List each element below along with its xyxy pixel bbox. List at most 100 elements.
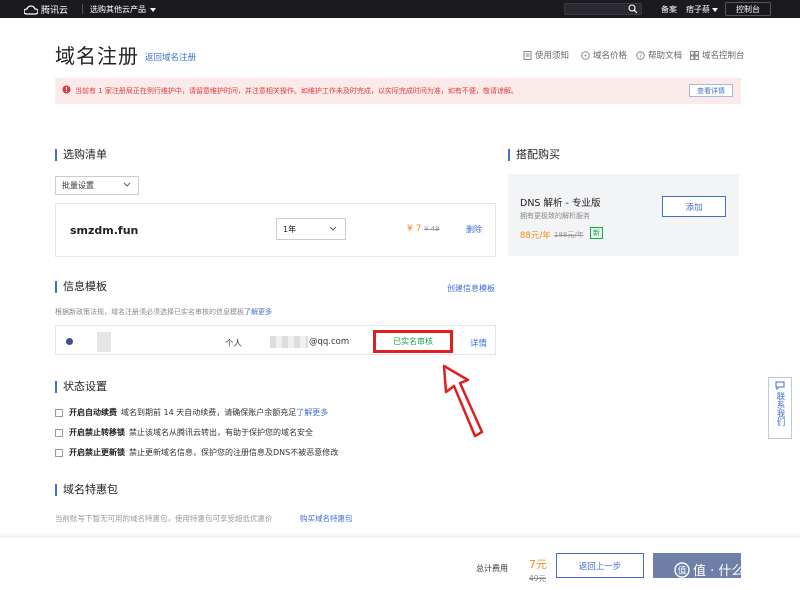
- previous-step-label: 返回上一步: [578, 561, 622, 572]
- user-name: 痞子蔡: [686, 5, 710, 14]
- add-addon-button[interactable]: 添加: [662, 196, 726, 217]
- verified-status-badge: 已实名审核: [373, 330, 453, 353]
- cloud-icon: [24, 4, 38, 15]
- console-label: 控制台: [736, 4, 760, 14]
- auto-renew-desc: 域名到期前 14 天自动续费，请确保账户余额充足: [121, 408, 297, 417]
- transfer-lock-label: 开启禁止转移锁: [69, 428, 125, 437]
- total-label: 总计费用: [476, 564, 508, 573]
- domain-console-link[interactable]: 域名控制台: [690, 49, 745, 61]
- total-original-price: 49元: [529, 574, 547, 583]
- products-label: 选购其他云产品: [90, 5, 146, 14]
- domain-price: ¥ 7: [407, 224, 422, 234]
- add-addon-label: 添加: [685, 202, 703, 213]
- divider: [82, 4, 83, 14]
- contact-us-widget[interactable]: 联系我们: [768, 377, 792, 439]
- transfer-lock-option[interactable]: 开启禁止转移锁 禁止该域名从腾讯云转出，有助于保护您的域名安全: [55, 427, 313, 438]
- verified-status-text: 已实名审核: [393, 337, 433, 346]
- svg-text:?: ?: [639, 53, 642, 60]
- transfer-lock-checkbox[interactable]: [55, 428, 63, 437]
- top-nav-bar: 腾讯云 选购其他云产品 备案 痞子蔡 控制台: [0, 0, 800, 18]
- update-lock-label: 开启禁止更新锁: [69, 448, 125, 457]
- duration-value: 1年: [283, 224, 297, 234]
- search-icon[interactable]: [628, 4, 638, 14]
- watermark-logo-icon: 值: [674, 561, 690, 578]
- page-title: 域名注册: [55, 44, 139, 68]
- help-docs-link[interactable]: ? 帮助文档: [636, 49, 682, 61]
- grid-icon: [690, 50, 699, 60]
- cart-section-title: 选购清单: [55, 149, 107, 161]
- products-menu[interactable]: 选购其他云产品: [90, 4, 156, 15]
- total-price: 7元: [529, 558, 547, 571]
- duration-select[interactable]: 1年: [276, 218, 346, 240]
- warning-icon: [62, 85, 71, 94]
- caret-down-icon: [712, 7, 718, 12]
- domain-console-label: 域名控制台: [702, 51, 745, 61]
- addon-original-price: 188元/年: [554, 231, 584, 239]
- addon-price: 88元/年: [520, 231, 551, 241]
- addon-section-title: 搭配购买: [508, 149, 560, 161]
- update-lock-option[interactable]: 开启禁止更新锁 禁止更新域名信息，保护您的注册信息及DNS不被恶意修改: [55, 447, 338, 458]
- dns-addon-card: DNS 解析 - 专业版 拥有更极致的解析服务 88元/年 188元/年 新 添…: [508, 174, 739, 256]
- back-to-register-link[interactable]: 返回域名注册: [145, 51, 196, 63]
- auto-renew-checkbox[interactable]: [55, 408, 63, 417]
- domain-original-price: ¥ 49: [424, 225, 440, 233]
- transfer-lock-desc: 禁止该域名从腾讯云转出，有助于保护您的域名安全: [129, 428, 313, 437]
- view-detail-button[interactable]: 查看详情: [689, 84, 733, 97]
- template-radio[interactable]: [66, 338, 73, 345]
- previous-step-button[interactable]: 返回上一步: [556, 553, 644, 578]
- watermark-text: 值 · 什么值得买: [693, 564, 784, 579]
- template-row[interactable]: 个人 @qq.com 已实名审核 详情: [55, 325, 496, 355]
- auto-renew-option[interactable]: 开启自动续费 域名到期前 14 天自动续费，请确保账户余额充足 了解更多: [55, 407, 328, 418]
- red-arrow-annotation: [442, 364, 484, 438]
- price-tag-icon: [581, 50, 590, 60]
- beian-link[interactable]: 备案: [661, 4, 677, 15]
- chevron-down-icon: [329, 226, 337, 231]
- update-lock-checkbox[interactable]: [55, 448, 63, 457]
- batch-settings-label: 批量设置: [62, 181, 94, 190]
- domain-price-link[interactable]: 域名价格: [581, 49, 627, 61]
- create-template-link[interactable]: 创建信息模板: [447, 283, 495, 294]
- usage-notice-link[interactable]: 使用须知: [523, 49, 569, 61]
- svg-text:值: 值: [677, 564, 686, 576]
- caret-down-icon: [150, 7, 156, 12]
- addon-description: 拥有更极致的解析服务: [520, 212, 590, 220]
- template-note-text: 根据新政策法规，域名注册须必须选择已实名审核的信息模板: [55, 308, 244, 316]
- chat-icon: [775, 381, 785, 390]
- delete-domain-link[interactable]: 删除: [466, 224, 482, 235]
- update-lock-desc: 禁止更新域名信息，保护您的注册信息及DNS不被恶意修改: [129, 448, 339, 457]
- alert-message: 当前有 1 家注册局正在例行维护中，请留意维护时间，并注意相关操作。如维护工作未…: [75, 87, 518, 95]
- auto-renew-label: 开启自动续费: [69, 408, 117, 417]
- watermark: 值 值 · 什么值得买: [674, 560, 783, 579]
- template-detail-link[interactable]: 详情: [470, 337, 487, 349]
- domain-name: smzdm.fun: [70, 224, 139, 237]
- new-badge: 新: [590, 227, 603, 239]
- template-note: 根据新政策法规，域名注册须必须选择已实名审核的信息模板了解更多: [55, 307, 272, 317]
- maintenance-alert: 当前有 1 家注册局正在例行维护中，请留意维护时间，并注意相关操作。如维护工作未…: [55, 78, 741, 104]
- status-section-title: 状态设置: [55, 381, 107, 393]
- usage-notice-label: 使用须知: [535, 51, 570, 61]
- auto-renew-learn-more-link[interactable]: 了解更多: [296, 407, 328, 418]
- domain-cart-item: smzdm.fun 1年 ¥ 7 ¥ 49 删除: [55, 203, 496, 257]
- redacted-email: [270, 336, 308, 348]
- help-icon: ?: [636, 50, 645, 60]
- template-type: 个人: [225, 339, 243, 349]
- chevron-down-icon: [123, 182, 131, 187]
- console-button[interactable]: 控制台: [725, 2, 771, 16]
- view-detail-label: 查看详情: [697, 86, 725, 95]
- addon-name: DNS 解析 - 专业版: [520, 198, 601, 209]
- contact-us-label: 联系我们: [775, 392, 785, 426]
- user-menu[interactable]: 痞子蔡: [686, 4, 718, 15]
- document-icon: [523, 50, 532, 60]
- domain-price-label: 域名价格: [593, 51, 628, 61]
- redacted-name: [97, 332, 111, 352]
- buy-promo-link[interactable]: 购买域名特惠包: [300, 513, 353, 524]
- help-docs-label: 帮助文档: [648, 51, 683, 61]
- learn-more-link[interactable]: 了解更多: [244, 308, 272, 316]
- batch-settings-select[interactable]: 批量设置: [55, 176, 139, 195]
- template-section-title: 信息模板: [55, 281, 107, 293]
- promo-note: 当前账号下暂无可用的域名特惠包，使用特惠包可享受超低优惠价: [55, 514, 273, 523]
- brand-logo[interactable]: 腾讯云: [24, 3, 68, 16]
- promo-section-title: 域名特惠包: [55, 484, 118, 496]
- search-input[interactable]: [564, 3, 642, 15]
- template-email: @qq.com: [309, 337, 350, 347]
